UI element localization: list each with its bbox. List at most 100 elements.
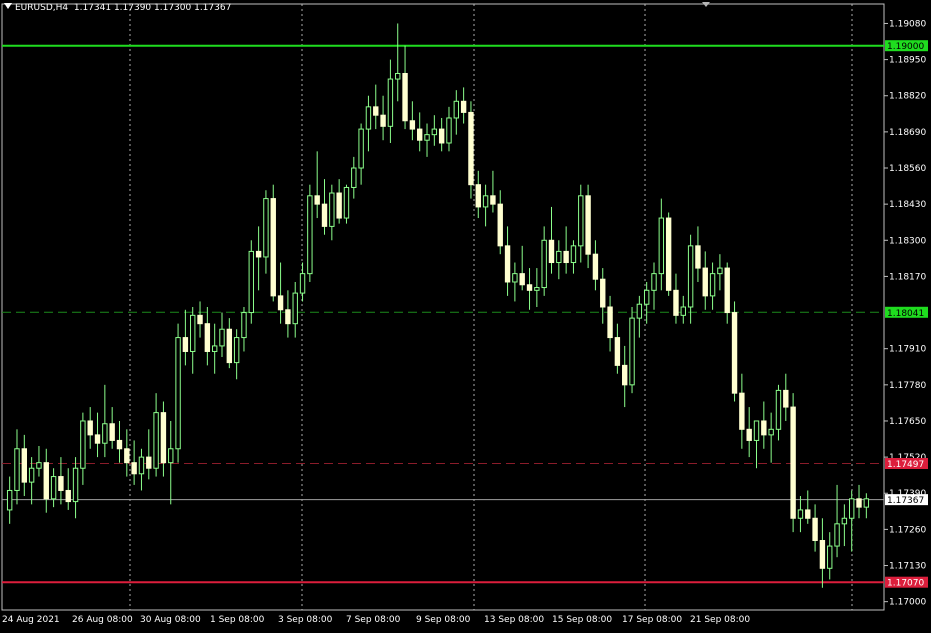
- candle-body: [351, 167, 357, 188]
- candle-body: [270, 198, 276, 297]
- candle-body: [72, 467, 79, 503]
- candle-body: [285, 309, 291, 325]
- ohlc-readout: 1.17341 1.17390 1.17300 1.17367: [73, 3, 232, 13]
- candle-body: [329, 192, 335, 227]
- candle-body: [695, 245, 701, 269]
- price-axis-label: 1.19080: [889, 19, 926, 29]
- candle-body: [14, 448, 20, 491]
- time-axis-label: 13 Sep 08:00: [484, 615, 544, 625]
- level-price-label: 1.17497: [887, 460, 924, 470]
- candle-body: [673, 289, 679, 316]
- candle-body: [753, 420, 760, 441]
- candle-body: [614, 337, 621, 366]
- candle-body: [848, 498, 855, 519]
- candle-body: [526, 284, 533, 291]
- price-axis-label: 1.17000: [889, 598, 926, 608]
- candle-body: [50, 476, 57, 500]
- time-axis-label: 17 Sep 08:00: [622, 615, 682, 625]
- candle-body: [446, 117, 452, 144]
- candle-body: [797, 509, 804, 519]
- candle-body: [578, 195, 584, 247]
- time-axis-label: 9 Sep 08:00: [416, 615, 471, 625]
- price-axis-label: 1.17260: [889, 525, 926, 535]
- candle-body: [600, 278, 606, 308]
- candle-body: [36, 462, 42, 469]
- candle-body: [556, 250, 562, 264]
- candle-body: [790, 406, 796, 519]
- candle-body: [387, 78, 394, 127]
- candle-body: [358, 128, 364, 169]
- candle-body: [219, 328, 225, 347]
- candle-body: [416, 128, 423, 141]
- candle-body: [856, 498, 862, 508]
- level-price-label: 1.19000: [887, 42, 924, 52]
- price-axis-label: 1.18430: [889, 200, 926, 210]
- time-axis-label: 30 Aug 08:00: [140, 615, 201, 625]
- candle-body: [160, 412, 167, 464]
- price-axis-label: 1.18950: [889, 56, 926, 66]
- candle-body: [175, 337, 181, 450]
- time-axis-label: 24 Aug 2021: [2, 615, 60, 625]
- candlestick-chart[interactable]: 24 Aug 2021 26 Aug 08:00 30 Aug 08:00 1 Sep…: [0, 0, 931, 629]
- time-axis-label: 1 Sep 08:00: [210, 615, 265, 625]
- candle-body: [724, 267, 730, 314]
- candle-body: [658, 217, 665, 275]
- candle-body: [233, 337, 240, 364]
- candle-body: [819, 540, 826, 569]
- candle-body: [343, 186, 350, 219]
- candle-body: [805, 509, 811, 519]
- candle-body: [563, 250, 569, 264]
- time-axis-label: 21 Sep 08:00: [690, 615, 750, 625]
- candle-body: [380, 114, 386, 127]
- price-axis-label: 1.18300: [889, 236, 926, 246]
- candle-body: [102, 423, 108, 444]
- candle-body: [468, 111, 474, 186]
- price-axis-label: 1.18560: [889, 164, 926, 174]
- candle-body: [731, 312, 738, 394]
- candle-body: [548, 239, 555, 264]
- candle-body: [307, 195, 313, 275]
- candle-body: [65, 489, 71, 503]
- candle-body: [424, 134, 430, 141]
- candle-body: [255, 250, 262, 258]
- candle-body: [746, 428, 752, 441]
- candle-body: [116, 439, 123, 450]
- candle-body: [438, 128, 445, 144]
- candle-body: [28, 467, 35, 483]
- candle-body: [226, 328, 233, 364]
- candle-body: [248, 250, 254, 314]
- candle-body: [812, 517, 818, 542]
- candle-body: [629, 317, 635, 386]
- candle-body: [761, 420, 767, 436]
- candle-body: [643, 289, 650, 305]
- candle-body: [768, 428, 774, 436]
- candle-body: [168, 448, 174, 464]
- dropdown-triangle-icon[interactable]: [4, 3, 12, 9]
- candle-body: [680, 306, 686, 316]
- candle-body: [512, 273, 518, 283]
- candle-body: [651, 273, 657, 291]
- candle-body: [43, 462, 49, 500]
- candle-body: [211, 345, 218, 352]
- level-price-label: 1.18041: [887, 309, 924, 319]
- candle-body: [585, 195, 591, 255]
- candle-body: [504, 245, 511, 283]
- candle-body: [863, 498, 870, 508]
- candle-body: [409, 120, 416, 130]
- candle-body: [783, 389, 789, 408]
- candle-body: [497, 203, 503, 247]
- candle-body: [709, 273, 716, 297]
- candle-body: [592, 253, 599, 280]
- candle-body: [124, 448, 130, 464]
- level-price-label: 1.17367: [887, 496, 924, 506]
- chart-window[interactable]: 24 Aug 2021 26 Aug 08:00 30 Aug 08:00 1 Sep…: [0, 0, 931, 629]
- candle-body: [109, 423, 115, 441]
- candle-body: [277, 295, 284, 311]
- candle-body: [395, 72, 401, 80]
- chart-header: EURUSD,H4 1.17341 1.17390 1.17300 1.1736…: [4, 3, 231, 13]
- candle-body: [21, 448, 28, 483]
- candle-body: [541, 239, 547, 289]
- candle-body: [299, 273, 306, 294]
- candle-body: [460, 100, 467, 113]
- candle-body: [739, 392, 745, 430]
